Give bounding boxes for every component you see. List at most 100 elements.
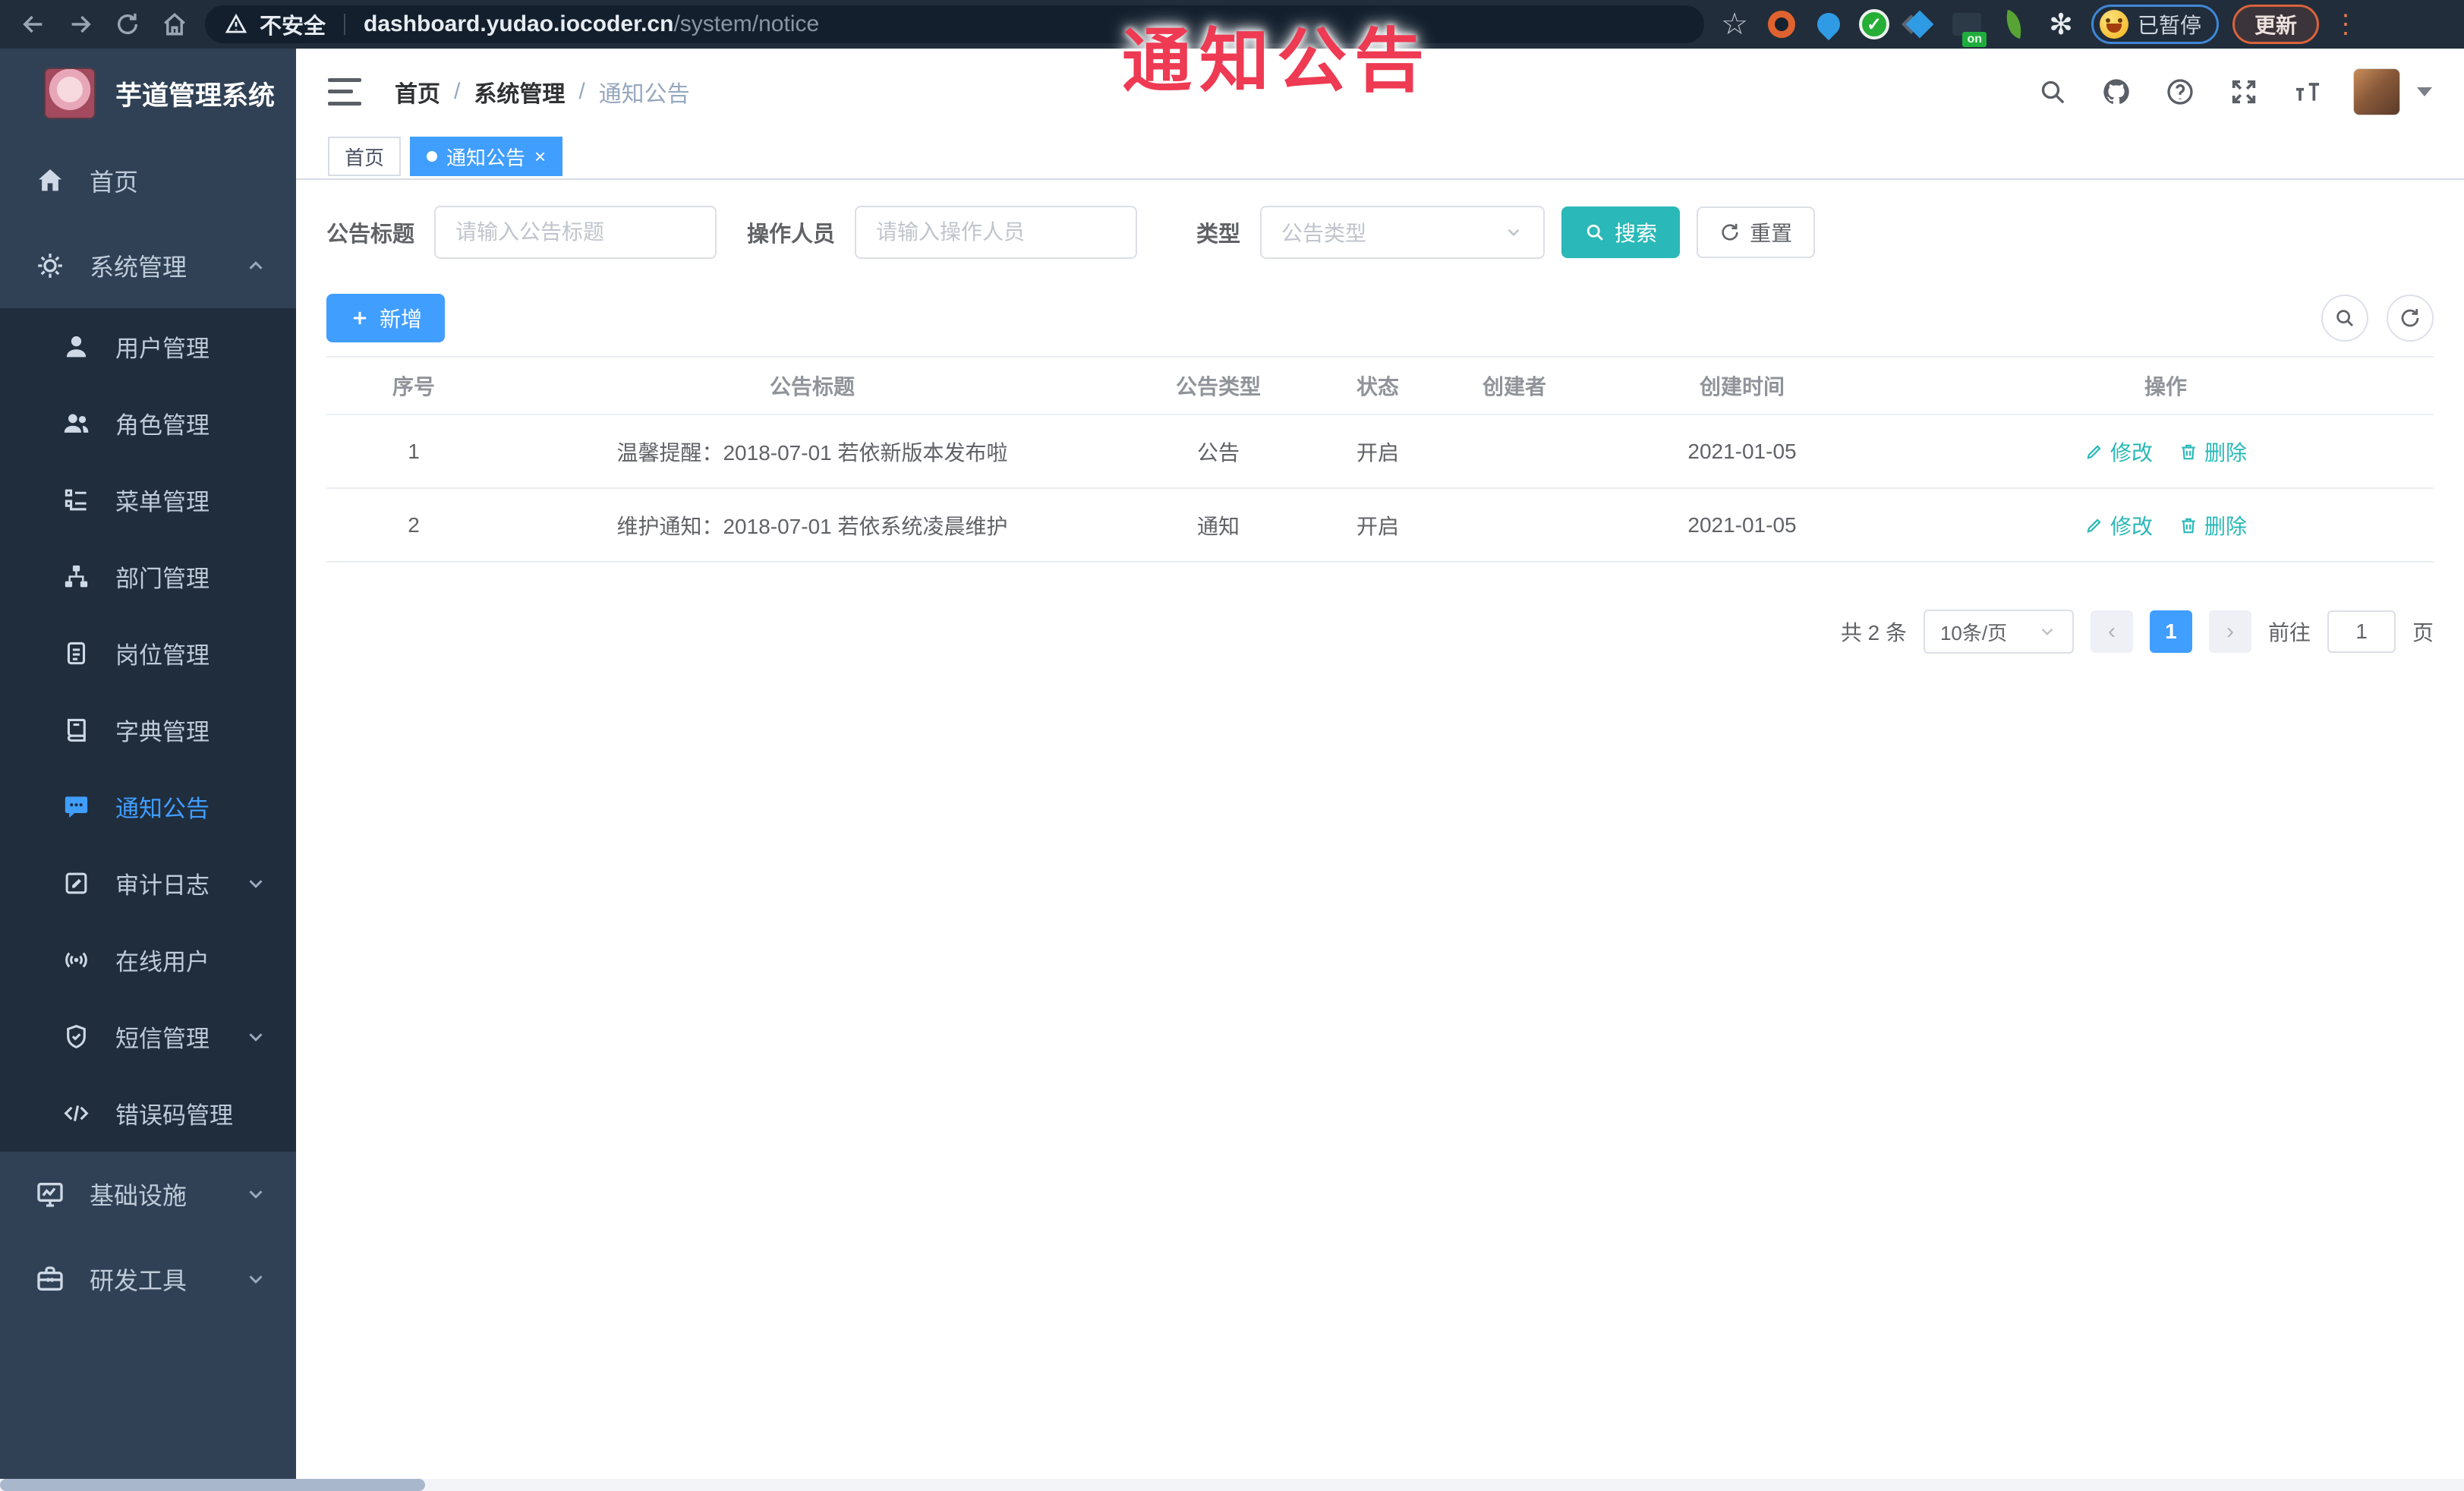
address-divider [344, 14, 346, 35]
tab-notice[interactable]: 通知公告 × [410, 137, 563, 176]
sidebar-item-label: 系统管理 [90, 254, 187, 281]
forward-icon[interactable] [64, 8, 97, 41]
search-button[interactable]: 搜索 [1561, 206, 1681, 258]
sidebar-item-dev-tools[interactable]: 研发工具 [0, 1237, 296, 1322]
toggle-search-button[interactable] [2321, 295, 2368, 342]
user-menu-caret-icon[interactable] [2417, 87, 2432, 96]
code-icon [59, 1097, 93, 1130]
next-page-button[interactable]: › [2208, 610, 2251, 653]
breadcrumb-home[interactable]: 首页 [395, 75, 440, 109]
app-logo-row[interactable]: 芋道管理系统 [0, 49, 296, 138]
sidebar-item-system[interactable]: 系统管理 [0, 223, 296, 308]
current-page-button[interactable]: 1 [2149, 610, 2192, 653]
operator-filter-input[interactable] [855, 206, 1138, 259]
reset-button[interactable]: 重置 [1697, 206, 1816, 258]
table-header-row: 序号 公告标题 公告类型 状态 创建者 创建时间 操作 [326, 356, 2434, 415]
message-icon [59, 790, 93, 824]
sidebar-item-menus[interactable]: 菜单管理 [0, 462, 296, 538]
gear-icon [33, 249, 67, 282]
breadcrumb: 首页 / 系统管理 / 通知公告 [395, 75, 690, 109]
edit-link[interactable]: 修改 [2084, 510, 2153, 541]
table-row: 1 温馨提醒：2018-07-01 若依新版本发布啦 公告 开启 2021-01… [326, 415, 2434, 489]
sidebar-item-sms[interactable]: 短信管理 [0, 998, 296, 1075]
sidebar-item-error-codes[interactable]: 错误码管理 [0, 1075, 296, 1152]
sidebar-item-users[interactable]: 用户管理 [0, 308, 296, 385]
delete-link[interactable]: 删除 [2179, 510, 2247, 541]
page-content: 公告标题 操作人员 类型 公告类型 搜索 [296, 180, 2464, 654]
back-icon[interactable] [17, 8, 50, 41]
page-size-select[interactable]: 10条/页 [1923, 610, 2074, 654]
menu-list-icon [59, 484, 93, 517]
chevron-down-icon [2037, 622, 2057, 641]
goto-page-input[interactable] [2327, 610, 2396, 653]
sidebar-item-label: 基础设施 [90, 1182, 187, 1209]
tab-home[interactable]: 首页 [328, 137, 402, 176]
cell-index: 2 [408, 512, 420, 537]
extension-leaf-icon[interactable] [1997, 8, 2031, 41]
user-avatar[interactable] [2353, 68, 2400, 115]
search-icon[interactable] [2034, 74, 2071, 110]
cell-type: 通知 [1196, 514, 1240, 538]
title-filter-input[interactable] [434, 206, 717, 259]
extension-green-icon[interactable]: ✓ [1859, 9, 1889, 39]
app-logo-image [44, 68, 96, 119]
sidebar-item-label: 在线用户 [115, 949, 210, 976]
address-bar[interactable]: 不安全 dashboard.yudao.iocoder.cn/system/no… [205, 5, 1704, 43]
browser-update-button[interactable]: 更新 [2232, 5, 2320, 44]
col-creator: 创建者 [1482, 375, 1546, 399]
sidebar-item-home[interactable]: 首页 [0, 138, 296, 223]
cell-title: 维护通知：2018-07-01 若依系统凌晨维护 [616, 514, 1008, 538]
profile-emoji-icon [2100, 10, 2128, 39]
sidebar-item-posts[interactable]: 岗位管理 [0, 615, 296, 692]
sidebar-item-infrastructure[interactable]: 基础设施 [0, 1152, 296, 1237]
scrollbar-thumb[interactable] [0, 1479, 425, 1491]
extension-dark-icon[interactable]: on [1950, 8, 1987, 47]
tab-close-icon[interactable]: × [534, 147, 546, 166]
book-icon [59, 714, 93, 747]
notice-table: 序号 公告标题 公告类型 状态 创建者 创建时间 操作 1 温馨提醒：2018-… [326, 356, 2434, 563]
sidebar-item-online-users[interactable]: 在线用户 [0, 922, 296, 998]
fullscreen-icon[interactable] [2226, 74, 2262, 110]
sidebar-item-roles[interactable]: 角色管理 [0, 385, 296, 462]
extension-diamond-icon[interactable] [1903, 8, 1936, 41]
sidebar-toggle-icon[interactable] [328, 77, 361, 106]
profile-paused-pill[interactable]: 已暂停 [2091, 5, 2220, 44]
prev-page-button[interactable]: ‹ [2090, 610, 2133, 653]
font-size-icon[interactable] [2289, 74, 2326, 110]
cell-status: 开启 [1356, 514, 1399, 538]
reload-icon[interactable] [111, 8, 144, 41]
help-icon[interactable] [2162, 74, 2198, 110]
cell-type: 公告 [1196, 440, 1240, 465]
chevron-down-icon [244, 1026, 267, 1048]
sidebar-item-notice[interactable]: 通知公告 [0, 768, 296, 845]
home-nav-icon[interactable] [158, 8, 191, 41]
refresh-button[interactable] [2387, 295, 2434, 342]
monitor-chart-icon [33, 1177, 67, 1211]
sidebar-item-dict[interactable]: 字典管理 [0, 692, 296, 768]
extension-pin-icon[interactable] [1812, 8, 1845, 41]
extensions-puzzle-icon[interactable]: ✻ [2044, 8, 2078, 41]
delete-link[interactable]: 删除 [2179, 437, 2247, 467]
sidebar-item-label: 用户管理 [115, 336, 210, 362]
extension-orange-icon[interactable] [1765, 8, 1798, 41]
chevron-down-icon [244, 1268, 267, 1291]
table-row: 2 维护通知：2018-07-01 若依系统凌晨维护 通知 开启 2021-01… [326, 489, 2434, 563]
bookmark-star-icon[interactable]: ☆ [1718, 8, 1751, 41]
edit-link[interactable]: 修改 [2084, 437, 2153, 467]
browser-menu-icon[interactable]: ⋮ [2333, 11, 2358, 37]
type-filter-select[interactable]: 公告类型 [1260, 206, 1546, 259]
sidebar-item-label: 通知公告 [115, 796, 210, 822]
breadcrumb-section[interactable]: 系统管理 [474, 75, 565, 109]
log-edit-icon [59, 867, 93, 900]
chevron-up-icon [244, 254, 267, 277]
horizontal-scrollbar[interactable] [0, 1479, 2464, 1491]
sidebar-item-departments[interactable]: 部门管理 [0, 538, 296, 615]
chevron-down-icon [1504, 222, 1523, 242]
github-icon[interactable] [2098, 74, 2135, 110]
pagination: 共 2 条 10条/页 ‹ 1 › 前往 页 [326, 610, 2434, 654]
user-icon [59, 330, 93, 364]
browser-chrome: 不安全 dashboard.yudao.iocoder.cn/system/no… [0, 0, 2464, 49]
add-button[interactable]: 新增 [326, 294, 446, 342]
cell-status: 开启 [1356, 440, 1399, 465]
sidebar-item-audit-log[interactable]: 审计日志 [0, 845, 296, 922]
